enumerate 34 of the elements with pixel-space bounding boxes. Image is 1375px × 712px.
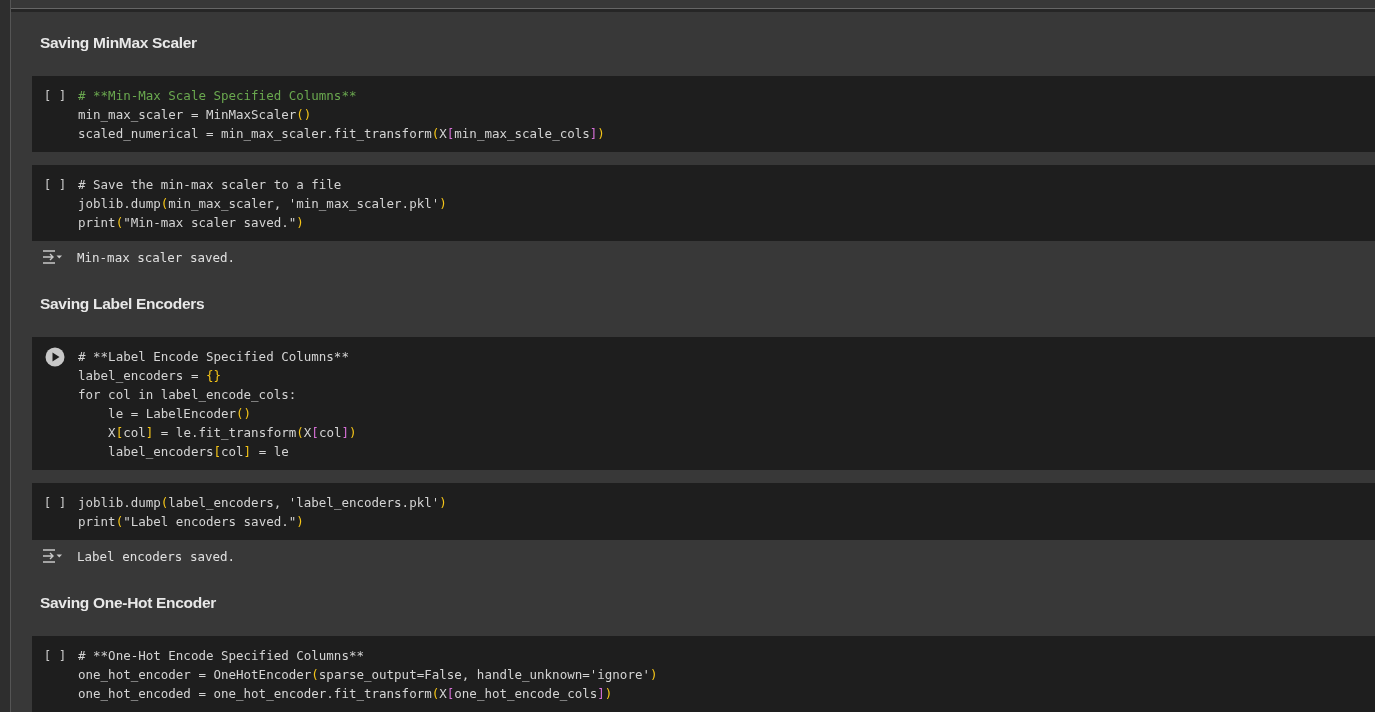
run-prompt[interactable]: [ ] <box>43 646 67 665</box>
output-toggle-icon[interactable] <box>41 547 63 565</box>
run-prompt[interactable]: [ ] <box>43 493 67 512</box>
section-heading: Saving MinMax Scaler <box>40 33 197 53</box>
code-cell[interactable]: # **Label Encode Specified Columns** label_encoders = {} for col in label_encode_cols: le = LabelEncoder() X[col] = le.fit_transform(X[col]) label_encoders[col] = le <box>32 337 1375 470</box>
code-line: label_encoders[col] = le <box>107 443 290 461</box>
code-cell[interactable]: [ ] joblib.dump(label_encoders, 'label_encoders.pkl') print("Label encoders saved.") <box>32 483 1375 540</box>
section-heading: Saving One-Hot Encoder <box>40 593 216 613</box>
code-cell[interactable]: [ ] # Save the min-max scaler to a file joblib.dump(min_max_scaler, 'min_max_scaler.pkl') print("Min-max scaler saved.") <box>32 165 1375 241</box>
code-line: # **One-Hot Encode Specified Columns** <box>78 647 365 665</box>
code-line: # **Label Encode Specified Columns** <box>78 348 350 366</box>
code-line: print("Min-max scaler saved.") <box>78 214 305 232</box>
code-line: min_max_scaler = MinMaxScaler() <box>78 106 313 124</box>
code-line: scaled_numerical = min_max_scaler.fit_transform(X[min_max_scale_cols]) <box>78 125 605 143</box>
code-line: joblib.dump(label_encoders, 'label_encoders.pkl') <box>78 494 447 512</box>
code-line: one_hot_encoder = OneHotEncoder(sparse_output=False, handle_unknown='ignore') <box>78 666 658 684</box>
code-cell[interactable]: [ ] # **Min-Max Scale Specified Columns** min_max_scaler = MinMaxScaler() scaled_numerical = min_max_scaler.fit_transform(X[min_max_scale_cols]) <box>32 76 1375 152</box>
code-line: le = LabelEncoder() <box>107 405 253 423</box>
output-text: Min-max scaler saved. <box>77 249 236 265</box>
code-line: joblib.dump(min_max_scaler, 'min_max_scaler.pkl') <box>78 195 447 213</box>
output-toggle-icon[interactable] <box>41 248 63 266</box>
code-line: # Save the min-max scaler to a file <box>78 176 343 194</box>
code-line: one_hot_encoded = one_hot_encoder.fit_transform(X[one_hot_encode_cols]) <box>78 685 614 703</box>
output-text: Label encoders saved. <box>77 548 236 564</box>
code-line: print("Label encoders saved.") <box>78 513 305 531</box>
code-cell[interactable]: [ ] # **One-Hot Encode Specified Columns** one_hot_encoder = OneHotEncoder(sparse_output=False, handle_unknown='ignore') one_hot_encoded = one_hot_encoder.fit_transform(X[one_hot_encode_cols]) <box>32 636 1375 712</box>
run-icon[interactable] <box>45 347 65 367</box>
run-prompt[interactable]: [ ] <box>43 175 67 194</box>
code-line: X[col] = le.fit_transform(X[col]) <box>107 424 357 442</box>
code-line: for col in label_encode_cols: <box>78 386 298 404</box>
code-line: label_encoders = {} <box>78 367 222 385</box>
run-prompt[interactable]: [ ] <box>43 86 67 105</box>
section-heading: Saving Label Encoders <box>40 294 205 314</box>
code-line: # **Min-Max Scale Specified Columns** <box>78 87 358 105</box>
